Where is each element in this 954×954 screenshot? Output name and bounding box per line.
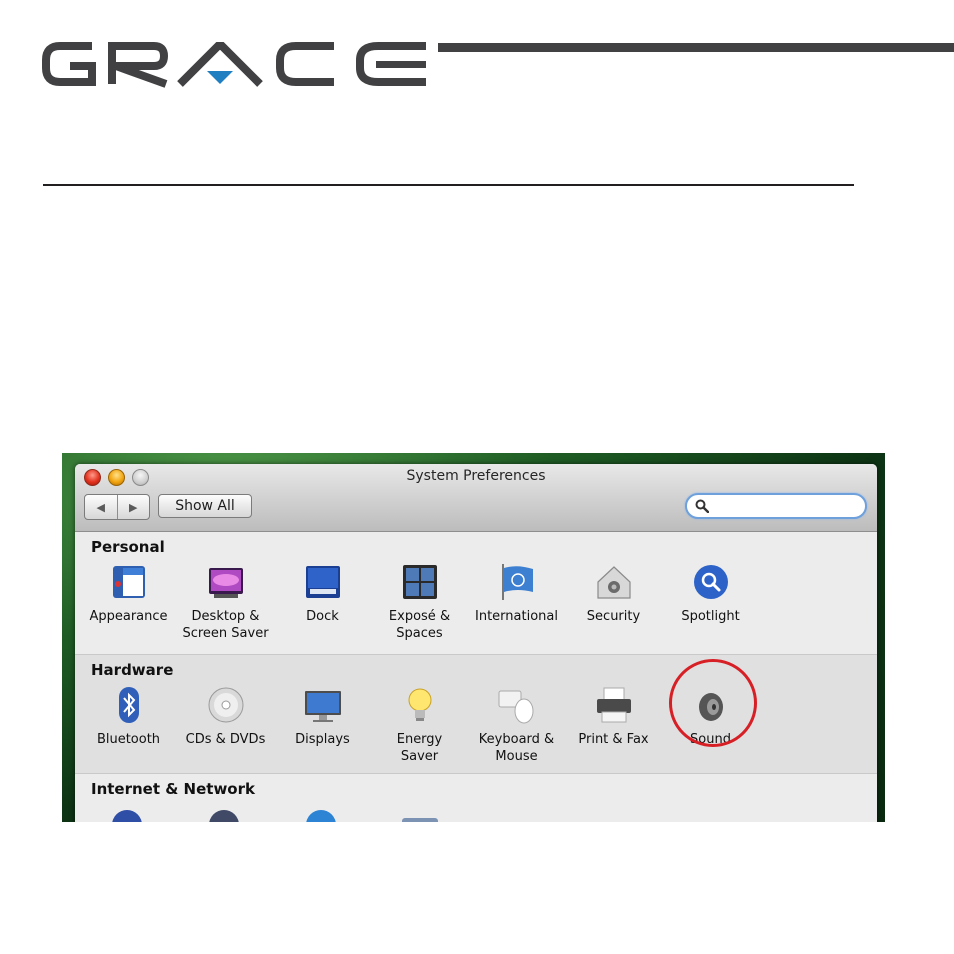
pref-label: Desktop & Screen Saver — [182, 609, 269, 641]
window-titlebar: System Preferences ◀ ▶ Show All — [75, 464, 877, 532]
show-all-button[interactable]: Show All — [158, 494, 252, 518]
globe-icon — [112, 810, 142, 822]
forward-button[interactable]: ▶ — [118, 495, 150, 519]
pref-spotlight[interactable]: Spotlight — [662, 562, 759, 625]
expose-spaces-icon — [402, 565, 437, 599]
pref-expose-spaces[interactable]: Exposé & Spaces — [371, 562, 468, 642]
pref-label: Sound — [690, 732, 731, 747]
search-input[interactable] — [715, 498, 855, 514]
pref-appearance[interactable]: Appearance — [80, 562, 177, 625]
appearance-icon — [112, 566, 145, 598]
title-underline — [43, 184, 854, 186]
mobileme-icon — [209, 810, 239, 822]
pref-label: Print & Fax — [578, 732, 649, 747]
back-forward-control: ◀ ▶ — [84, 494, 150, 520]
lightbulb-icon — [408, 688, 431, 721]
desktop-screensaver-icon — [208, 568, 243, 598]
pref-displays[interactable]: Displays — [274, 685, 371, 748]
pref-bluetooth[interactable]: Bluetooth — [80, 685, 177, 748]
network-icon — [306, 810, 336, 822]
system-preferences-window: System Preferences ◀ ▶ Show All Personal — [75, 464, 877, 822]
display-icon — [304, 691, 341, 722]
bluetooth-icon — [118, 687, 139, 723]
header-rule — [438, 43, 954, 52]
pref-security[interactable]: Security — [565, 562, 662, 625]
pref-label: Spotlight — [681, 609, 740, 624]
pref-label: Dock — [306, 609, 339, 624]
back-button[interactable]: ◀ — [85, 495, 118, 519]
section-internet-network: Internet & Network — [75, 774, 877, 822]
search-field[interactable] — [685, 493, 867, 519]
printer-icon — [596, 687, 631, 723]
pref-sound[interactable]: Sound — [662, 685, 759, 748]
pref-dock[interactable]: Dock — [274, 562, 371, 625]
pref-label: Bluetooth — [96, 732, 161, 747]
magnifier-icon — [695, 499, 709, 513]
pref-label: Energy Saver — [396, 732, 443, 764]
pref-international[interactable]: International — [468, 562, 565, 625]
window-title: System Preferences — [406, 468, 546, 484]
dock-icon — [305, 566, 340, 598]
pref-keyboard-mouse[interactable]: Keyboard & Mouse — [468, 685, 565, 765]
pref-label: Security — [586, 609, 641, 624]
speaker-icon — [698, 693, 723, 721]
pref-label: Displays — [295, 732, 350, 747]
spotlight-icon — [693, 565, 728, 599]
pref-desktop-screen-saver[interactable]: Desktop & Screen Saver — [177, 562, 274, 642]
back-arrow-icon: ◀ — [96, 500, 105, 514]
system-preferences-screenshot: System Preferences ◀ ▶ Show All Personal — [62, 453, 885, 822]
folder-sharing-icon — [402, 818, 438, 822]
section-title-hardware: Hardware — [91, 661, 174, 679]
pref-label: Exposé & Spaces — [388, 609, 451, 641]
section-title-internet-network: Internet & Network — [91, 780, 255, 798]
grace-logo — [42, 42, 426, 88]
pref-label: Appearance — [89, 609, 168, 624]
pref-energy-saver[interactable]: Energy Saver — [371, 685, 468, 765]
pref-cds-dvds[interactable]: CDs & DVDs — [177, 685, 274, 748]
forward-arrow-icon: ▶ — [129, 500, 138, 514]
section-personal: Personal Appearance Desktop & Screen Sav… — [75, 532, 877, 655]
pref-label: CDs & DVDs — [185, 732, 266, 747]
pref-label: International — [475, 609, 558, 624]
house-lock-icon — [596, 566, 631, 599]
section-title-personal: Personal — [91, 538, 165, 556]
keyboard-mouse-icon — [498, 690, 533, 724]
un-flag-icon — [501, 564, 533, 600]
pref-label: Keyboard & Mouse — [478, 732, 555, 764]
disc-icon — [208, 687, 243, 723]
pref-print-fax[interactable]: Print & Fax — [565, 685, 662, 748]
section-hardware: Hardware Bluetooth CDs & DVDs Displays E… — [75, 655, 877, 774]
